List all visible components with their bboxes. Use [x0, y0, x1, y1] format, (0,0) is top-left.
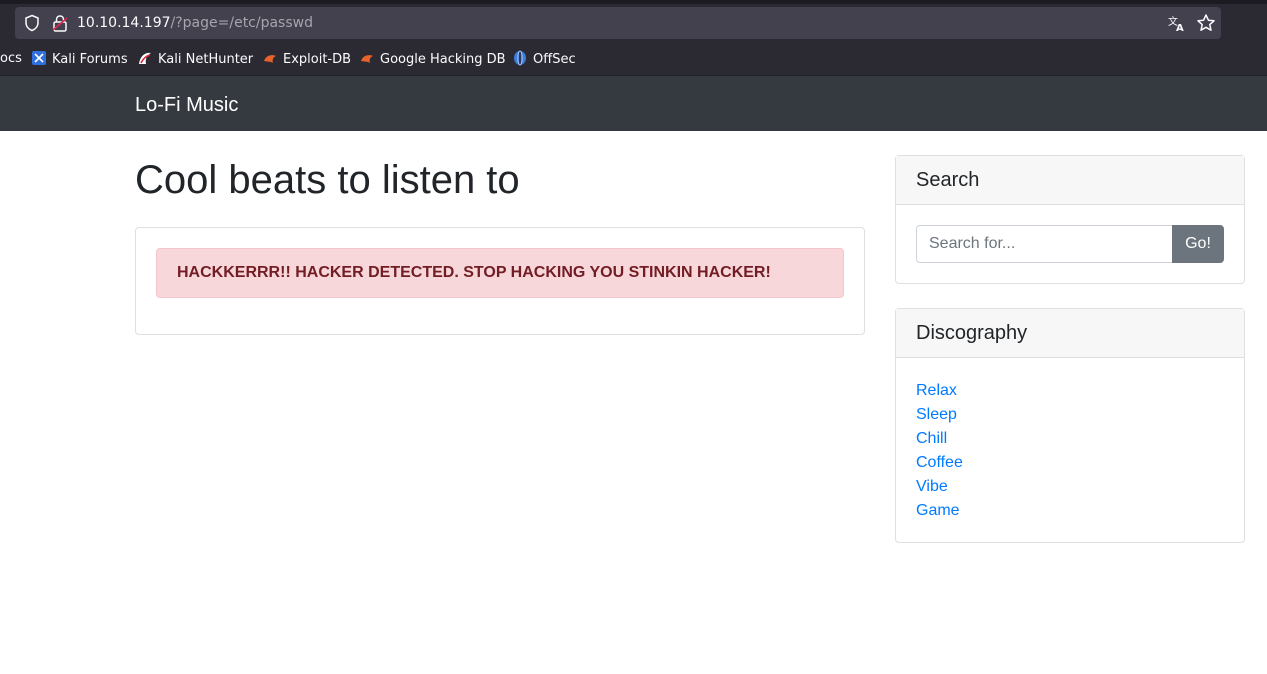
discography-title: Discography	[896, 309, 1244, 358]
bookmark-kali-forums[interactable]: Kali Forums	[31, 50, 128, 68]
insecure-lock-icon[interactable]	[52, 14, 68, 32]
discography-link-chill[interactable]: Chill	[916, 427, 963, 451]
search-widget-title: Search	[896, 156, 1244, 205]
bookmark-docs[interactable]: ocs	[0, 50, 22, 68]
svg-text:A: A	[1176, 23, 1184, 32]
exploit-db-icon	[264, 55, 276, 63]
bookmark-label: Kali NetHunter	[158, 52, 254, 67]
discography-link-game[interactable]: Game	[916, 499, 963, 523]
shield-icon[interactable]	[23, 14, 41, 32]
discography-link-vibe[interactable]: Vibe	[916, 475, 963, 499]
kali-nethunter-icon	[139, 52, 151, 64]
tab-strip-edge	[0, 0, 1267, 4]
discography-widget: Discography Relax Sleep Chill Coffee Vib…	[895, 308, 1245, 543]
site-brand[interactable]: Lo-Fi Music	[135, 93, 238, 117]
hacker-alert: HACKKERRR!! HACKER DETECTED. STOP HACKIN…	[156, 248, 844, 298]
translate-icon[interactable]: 文 A	[1168, 14, 1186, 32]
browser-chrome: 10.10.14.197/?page=/etc/passwd 文 A ocs K…	[0, 0, 1267, 75]
bookmark-label: Exploit-DB	[283, 52, 352, 67]
content-card: HACKKERRR!! HACKER DETECTED. STOP HACKIN…	[135, 227, 865, 335]
bookmark-exploit-db[interactable]: Exploit-DB	[262, 50, 351, 68]
search-go-button[interactable]: Go!	[1172, 225, 1224, 263]
bookmarks-toolbar: ocs Kali Forums Kali NetHunter Exploit-D…	[0, 47, 1267, 71]
discography-list: Relax Sleep Chill Coffee Vibe Game	[916, 379, 963, 523]
bookmark-kali-nethunter[interactable]: Kali NetHunter	[137, 50, 253, 68]
offsec-icon	[514, 50, 526, 66]
bookmark-offsec[interactable]: OffSec	[512, 50, 576, 68]
url-text[interactable]: 10.10.14.197/?page=/etc/passwd	[77, 14, 313, 32]
discography-link-coffee[interactable]: Coffee	[916, 451, 963, 475]
bookmark-label: Kali Forums	[52, 52, 128, 67]
url-path: /?page=/etc/passwd	[170, 15, 313, 31]
search-input[interactable]: Search for...	[916, 225, 1173, 263]
bookmark-label: OffSec	[533, 52, 576, 67]
bookmark-google-hacking-db[interactable]: Google Hacking DB	[359, 50, 506, 68]
google-hacking-db-icon	[361, 55, 373, 63]
url-host: 10.10.14.197	[77, 15, 171, 31]
address-bar[interactable]: 10.10.14.197/?page=/etc/passwd 文 A	[15, 7, 1221, 39]
discography-link-relax[interactable]: Relax	[916, 379, 963, 403]
bookmark-label: ocs	[0, 51, 22, 66]
site-navbar: Lo-Fi Music	[0, 75, 1267, 131]
bookmark-star-icon[interactable]	[1196, 13, 1216, 33]
search-widget: Search Search for... Go!	[895, 155, 1245, 284]
page-title: Cool beats to listen to	[135, 158, 520, 202]
kali-forums-icon	[32, 51, 46, 65]
discography-link-sleep[interactable]: Sleep	[916, 403, 963, 427]
bookmark-label: Google Hacking DB	[380, 52, 506, 67]
